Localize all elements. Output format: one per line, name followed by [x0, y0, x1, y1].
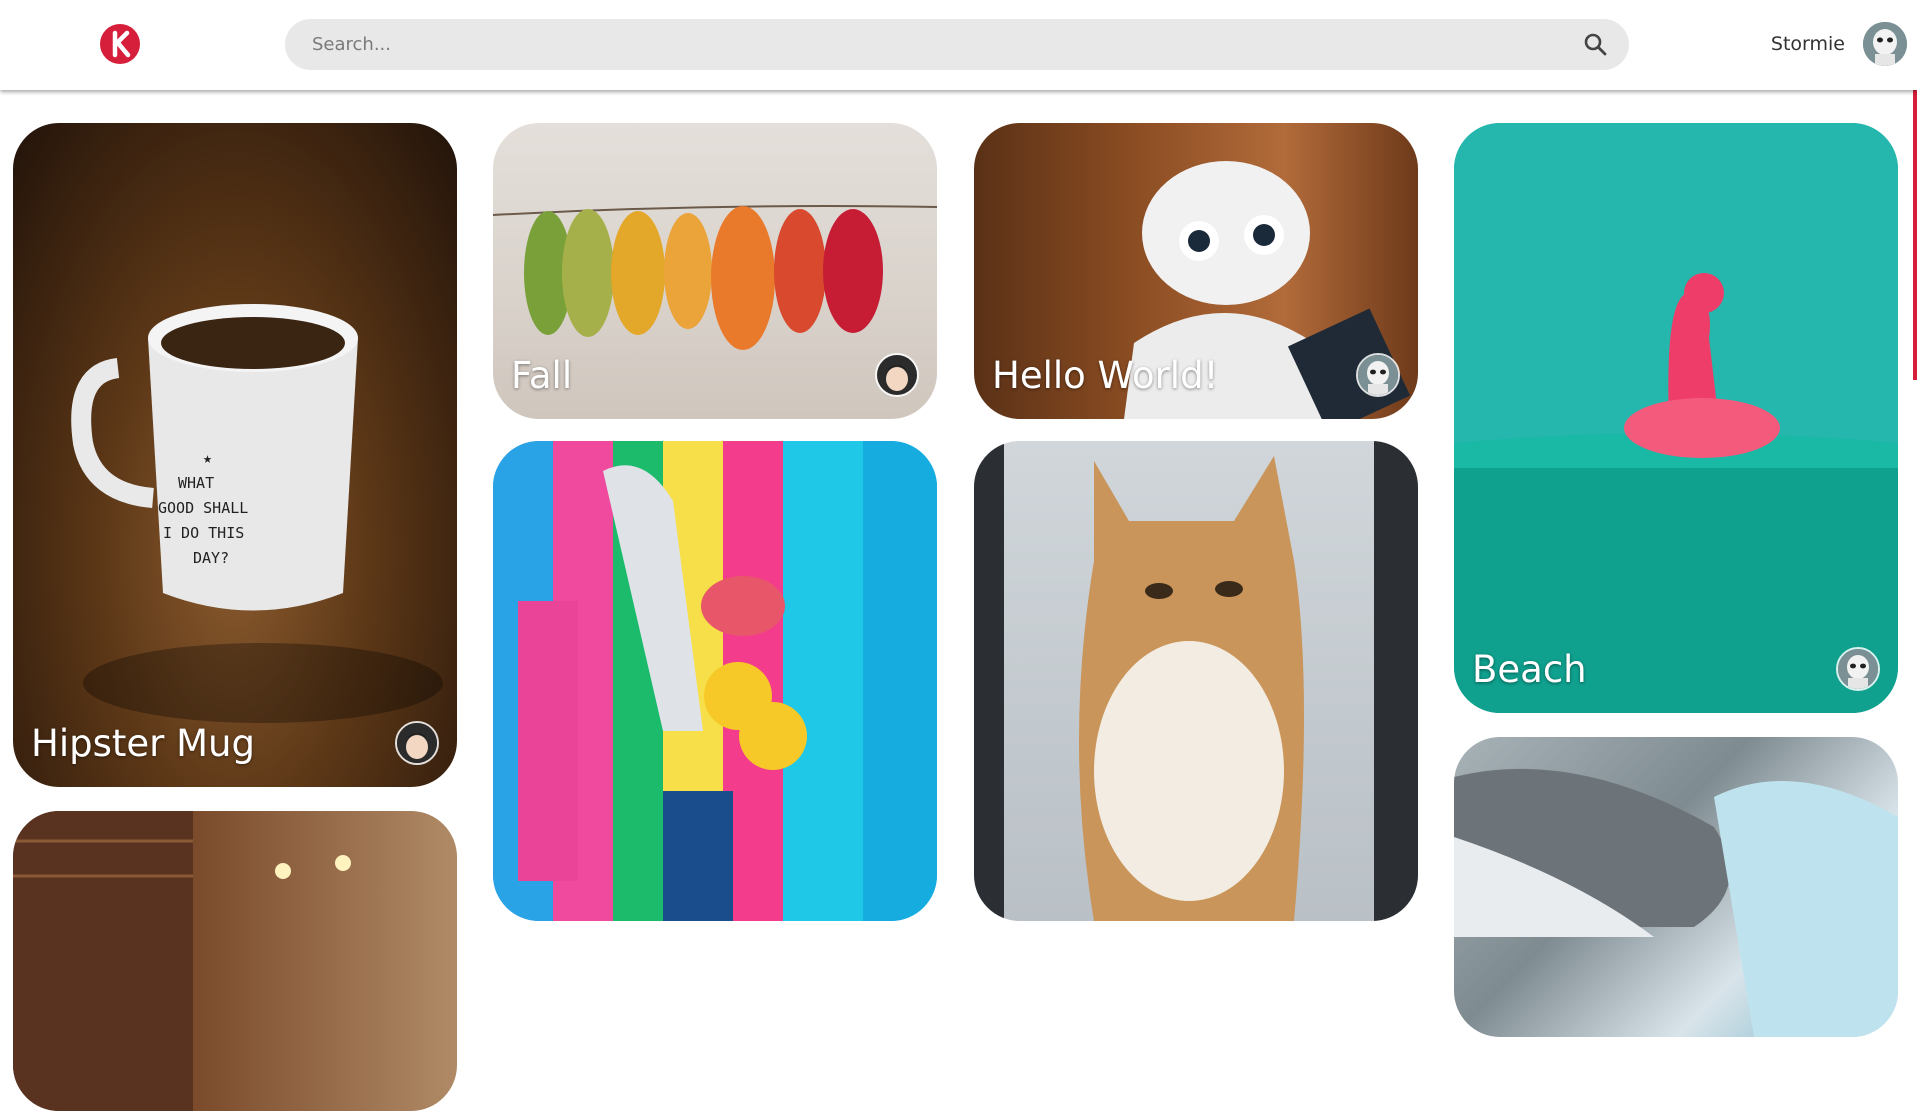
stormtrooper-avatar-icon — [1358, 355, 1398, 395]
pin-image — [493, 441, 937, 921]
anime-girl-avatar-icon — [397, 723, 437, 763]
user-name[interactable]: Stormie — [1771, 33, 1845, 55]
pin-image — [1454, 123, 1898, 713]
logo-button[interactable] — [100, 24, 140, 64]
owner-avatar[interactable] — [395, 721, 439, 765]
pin-card-coast[interactable] — [1454, 737, 1898, 1037]
stormtrooper-avatar-icon — [1863, 22, 1907, 66]
top-header: Stormie — [0, 0, 1917, 90]
svg-text:GOOD SHALL: GOOD SHALL — [158, 499, 248, 517]
user-menu[interactable]: Stormie — [1771, 21, 1907, 67]
svg-text:DAY?: DAY? — [193, 549, 229, 567]
user-avatar[interactable] — [1863, 22, 1907, 66]
pin-title: Hipster Mug — [31, 722, 255, 765]
svg-text:I DO THIS: I DO THIS — [163, 524, 244, 542]
scroll-accent-bar — [1913, 90, 1917, 380]
logo-k-icon — [101, 25, 139, 63]
pin-card-fall[interactable]: Fall — [493, 123, 937, 419]
owner-avatar[interactable] — [1836, 647, 1880, 691]
pin-title: Hello World! — [992, 354, 1219, 397]
pin-card-hipster-mug[interactable]: ★ WHAT GOOD SHALL I DO THIS DAY? Hipster… — [13, 123, 457, 787]
pin-title: Beach — [1472, 648, 1587, 691]
stormtrooper-avatar-icon — [1838, 649, 1878, 689]
pin-image — [1454, 737, 1898, 1037]
pin-card-library[interactable] — [13, 811, 457, 1111]
pin-image — [13, 811, 457, 1111]
pin-card-cat[interactable] — [974, 441, 1418, 921]
pin-image — [974, 441, 1418, 921]
svg-text:★: ★ — [203, 449, 212, 467]
pin-image: ★ WHAT GOOD SHALL I DO THIS DAY? — [13, 123, 457, 787]
pin-card-balloons[interactable] — [493, 441, 937, 921]
svg-text:WHAT: WHAT — [178, 474, 214, 492]
search-bar — [285, 19, 1629, 70]
search-input[interactable] — [312, 24, 1542, 65]
search-icon[interactable] — [1583, 32, 1609, 58]
pin-card-beach[interactable]: Beach — [1454, 123, 1898, 713]
owner-avatar[interactable] — [1356, 353, 1400, 397]
owner-avatar[interactable] — [875, 353, 919, 397]
pin-title: Fall — [511, 354, 573, 397]
anime-girl-avatar-icon — [877, 355, 917, 395]
pin-card-hello-world[interactable]: Hello World! — [974, 123, 1418, 419]
